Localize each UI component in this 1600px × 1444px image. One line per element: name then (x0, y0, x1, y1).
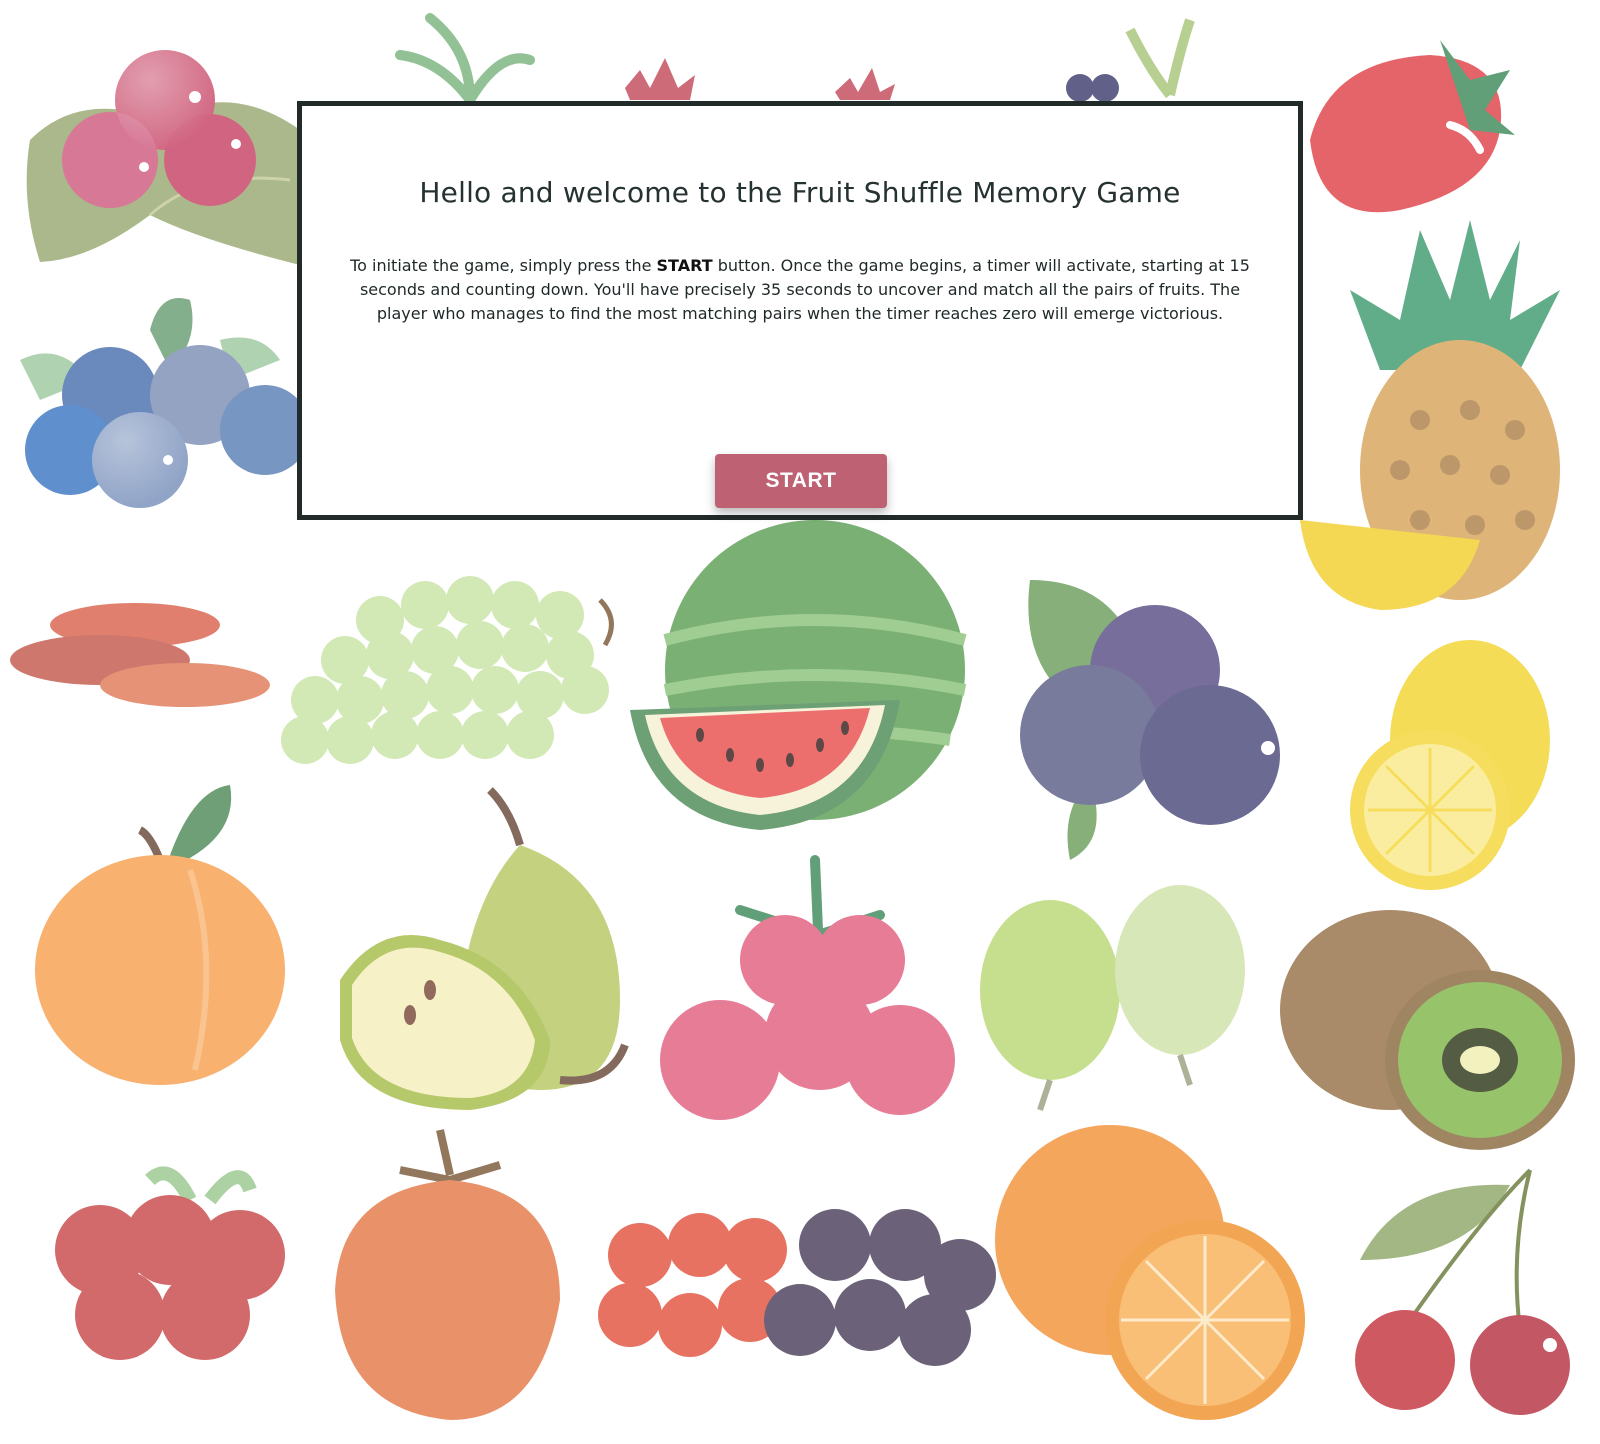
game-screen: Hello and welcome to the Fruit Shuffle M… (0, 0, 1600, 1444)
start-button[interactable]: START (715, 454, 887, 508)
welcome-heading: Hello and welcome to the Fruit Shuffle M… (419, 176, 1181, 209)
welcome-modal: Hello and welcome to the Fruit Shuffle M… (297, 101, 1303, 520)
start-keyword: START (656, 256, 713, 275)
instructions-text-part: To initiate the game, simply press the (350, 256, 657, 275)
instructions-text: To initiate the game, simply press the S… (350, 254, 1250, 326)
